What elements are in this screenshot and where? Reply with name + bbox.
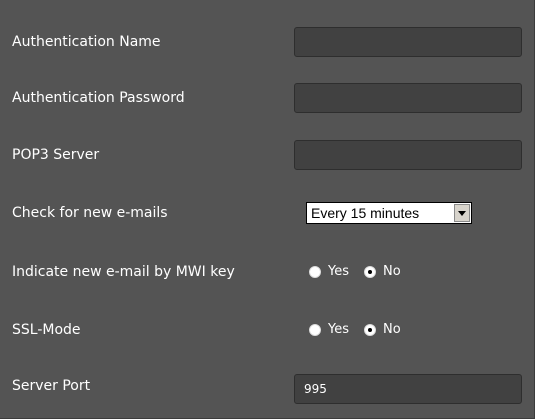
mwi-label: Indicate new e-mail by MWI key [12,264,235,280]
row-server-port: Server Port [0,350,535,404]
mwi-yes-radio[interactable] [309,265,321,278]
ssl-mode-radio-group: Yes No [309,322,401,337]
auth-name-label: Authentication Name [12,34,161,50]
row-auth-name: Authentication Name [0,14,535,68]
ssl-no-label[interactable]: No [383,322,401,337]
row-check-interval: Check for new e-mails Every 15 minutes [0,182,535,236]
chevron-down-icon[interactable] [454,204,470,222]
row-pop3-server: POP3 Server [0,126,535,180]
pop3-server-field[interactable] [294,140,522,170]
auth-password-label: Authentication Password [12,90,185,106]
server-port-field[interactable] [294,374,522,404]
mwi-no-label[interactable]: No [383,264,401,279]
check-interval-value: Every 15 minutes [311,205,420,221]
check-interval-label: Check for new e-mails [12,205,168,221]
row-ssl-mode: SSL-Mode Yes No [0,294,535,348]
ssl-yes-radio[interactable] [309,323,321,336]
email-settings-panel: Authentication Name Authentication Passw… [0,0,535,419]
server-port-label: Server Port [12,378,91,394]
mwi-yes-label[interactable]: Yes [328,264,349,279]
auth-password-field[interactable] [294,83,522,113]
mwi-radio-group: Yes No [309,264,401,279]
ssl-mode-label: SSL-Mode [12,322,81,338]
check-interval-select[interactable]: Every 15 minutes [306,202,472,224]
row-auth-password: Authentication Password [0,70,535,124]
ssl-no-radio[interactable] [364,323,376,336]
pop3-server-label: POP3 Server [12,147,100,163]
auth-name-field[interactable] [294,27,522,57]
row-mwi: Indicate new e-mail by MWI key Yes No [0,238,535,292]
mwi-no-radio[interactable] [364,265,376,278]
ssl-yes-label[interactable]: Yes [328,322,349,337]
